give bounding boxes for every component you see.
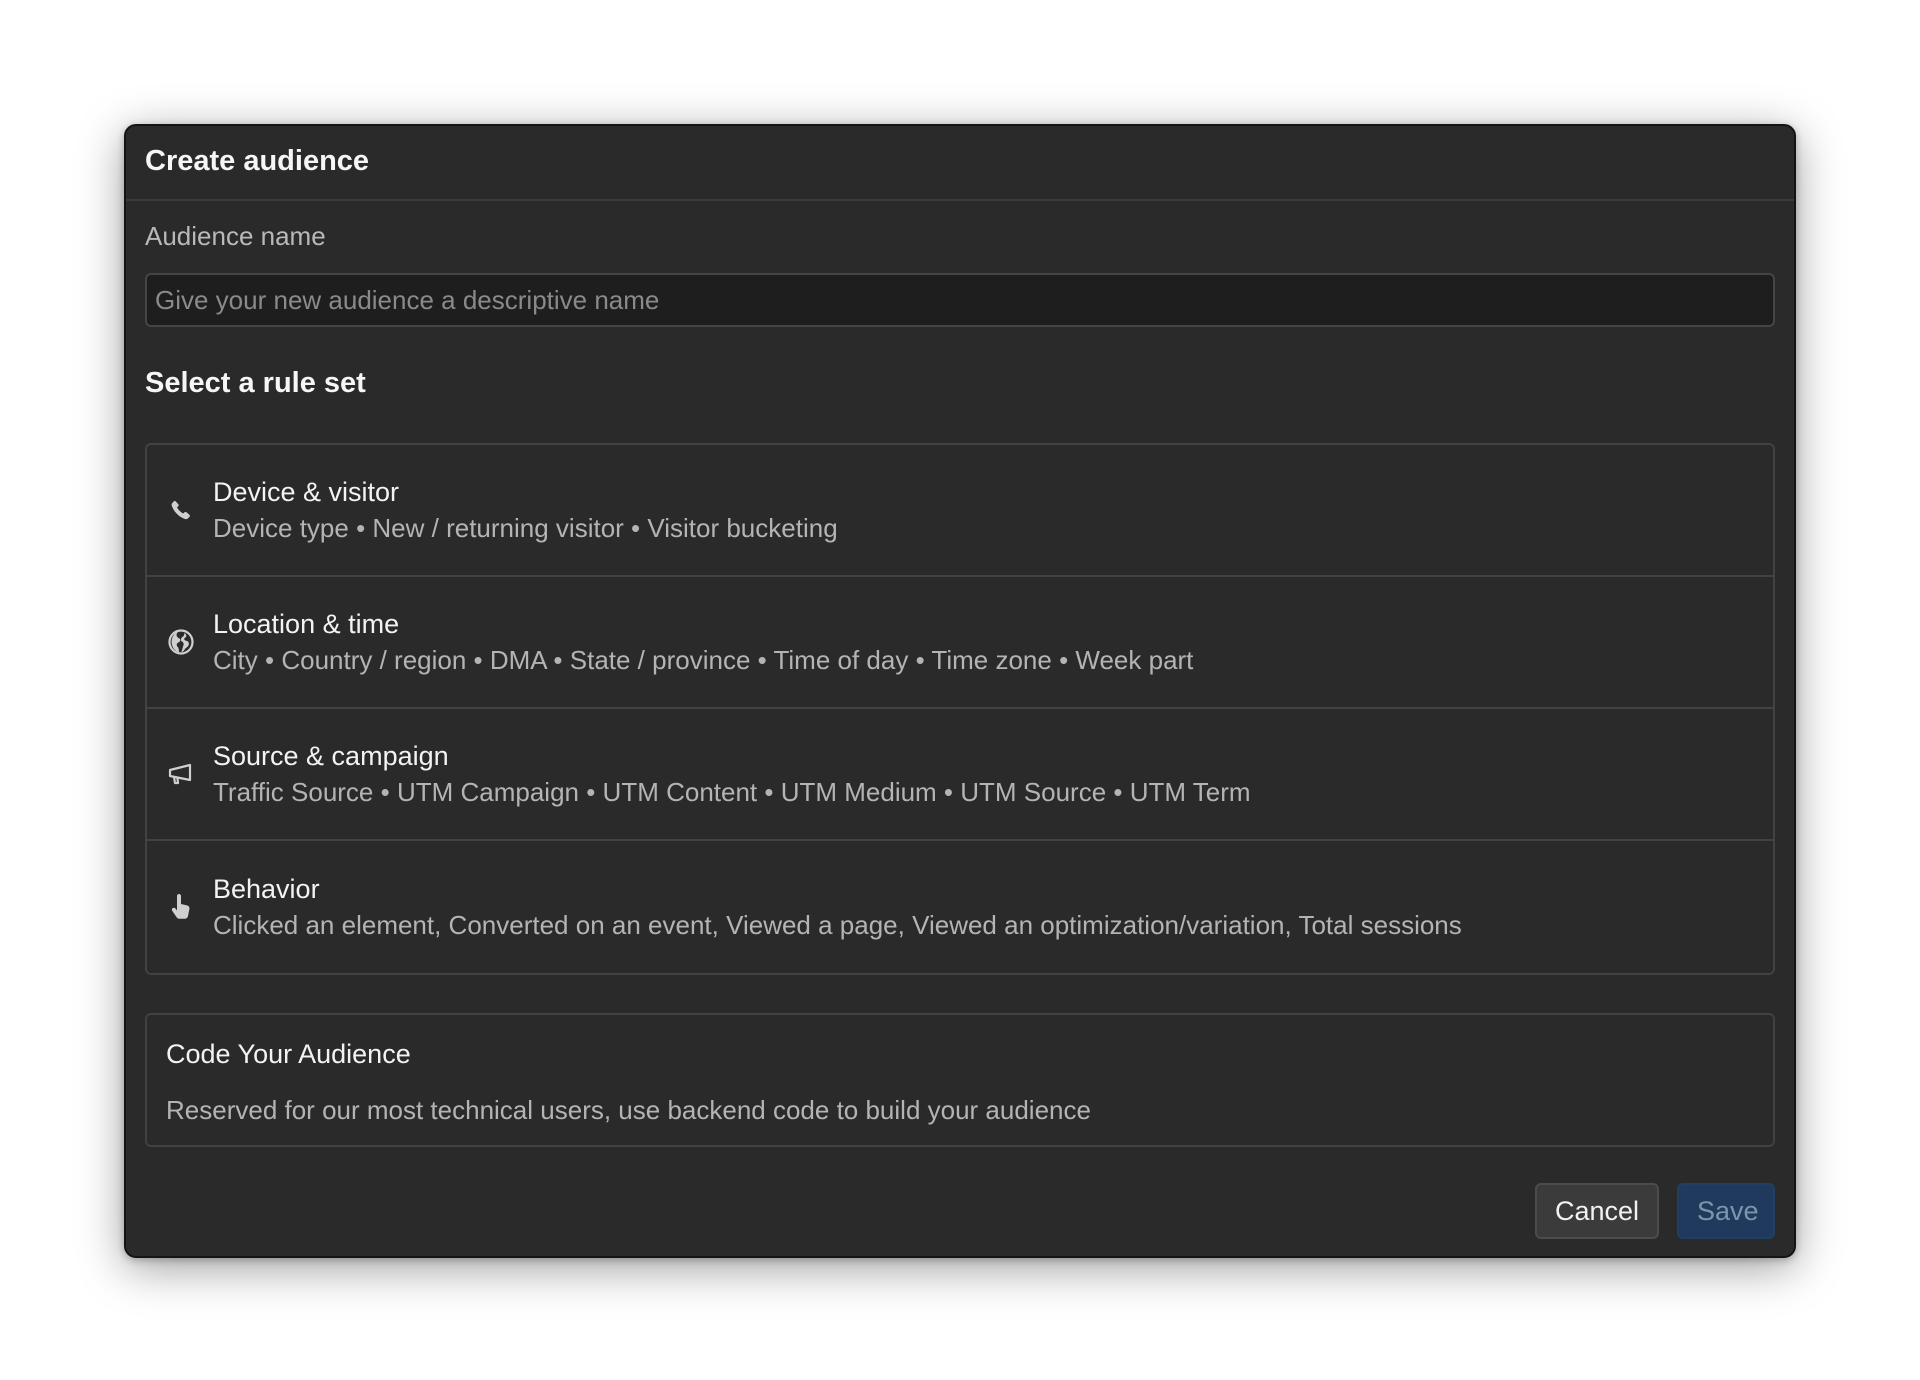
code-audience-title: Code Your Audience: [166, 1039, 411, 1069]
rule-set-description: Device type • New / returning visitor • …: [213, 513, 838, 543]
code-audience-description: Reserved for our most technical users, u…: [166, 1095, 1091, 1125]
dialog-title: Create audience: [145, 145, 370, 177]
megaphone-icon: [167, 760, 195, 788]
rule-set-title: Device & visitor: [213, 477, 400, 507]
rule-set-title: Behavior: [213, 874, 320, 904]
phone-icon: [167, 496, 195, 524]
save-button[interactable]: Save: [1677, 1183, 1775, 1239]
rule-set-heading: Select a rule set: [145, 367, 366, 399]
rule-set-description: Clicked an element, Converted on an even…: [213, 910, 1462, 940]
rule-set-behavior[interactable]: Behavior Clicked an element, Converted o…: [147, 841, 1773, 973]
rule-set-title: Source & campaign: [213, 741, 449, 771]
audience-name-label: Audience name: [145, 221, 326, 251]
dialog-body: Audience name Select a rule set Device &…: [126, 221, 1794, 1147]
rule-set-device-visitor[interactable]: Device & visitor Device type • New / ret…: [147, 445, 1773, 577]
pointer-hand-icon: [167, 893, 195, 921]
dialog-footer: Cancel Save: [1535, 1183, 1775, 1239]
dialog-header: Create audience: [126, 126, 1794, 201]
create-audience-dialog: Create audience Audience name Select a r…: [124, 124, 1796, 1258]
rule-set-description: City • Country / region • DMA • State / …: [213, 645, 1194, 675]
globe-icon: [167, 628, 195, 656]
rule-set-description: Traffic Source • UTM Campaign • UTM Cont…: [213, 777, 1251, 807]
rule-set-title: Location & time: [213, 609, 400, 639]
audience-name-input[interactable]: [145, 273, 1775, 327]
code-your-audience-card[interactable]: Code Your Audience Reserved for our most…: [145, 1013, 1775, 1147]
rule-set-source-campaign[interactable]: Source & campaign Traffic Source • UTM C…: [147, 709, 1773, 841]
cancel-button[interactable]: Cancel: [1535, 1183, 1659, 1239]
rule-set-location-time[interactable]: Location & time City • Country / region …: [147, 577, 1773, 709]
rule-set-list: Device & visitor Device type • New / ret…: [145, 443, 1775, 975]
